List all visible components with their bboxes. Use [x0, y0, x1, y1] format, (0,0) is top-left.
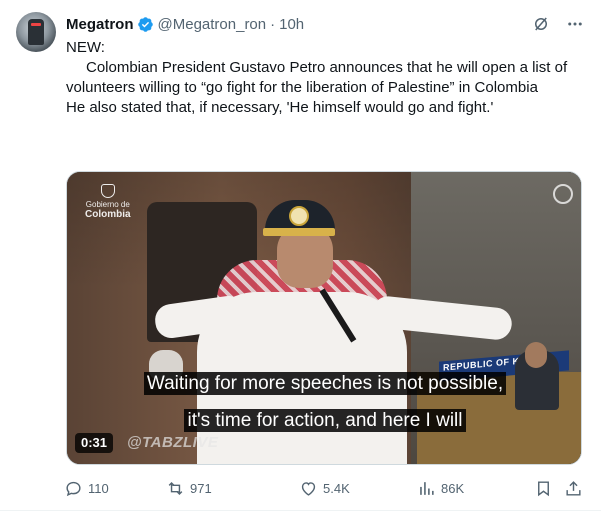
broadcaster-logo-line-1: Gobierno de: [85, 200, 130, 209]
reply-icon: [66, 481, 81, 496]
reply-count: 110: [88, 480, 109, 496]
video-speaker-cap-emblem: [289, 206, 309, 226]
bookmark-icon: [538, 480, 549, 496]
video-duration-badge: 0:31: [75, 433, 114, 453]
post-time[interactable]: 10h: [279, 16, 304, 33]
crest-icon: [100, 184, 115, 198]
tweet-text: NEW: Colombian President Gustavo Petro a…: [66, 38, 590, 118]
tweet-card[interactable]: Megatron @Megatron_ron · 10h NEW: Colomb…: [0, 0, 601, 511]
video-delegate-head: [525, 342, 547, 368]
grok-icon[interactable]: [531, 14, 551, 34]
broadcaster-logo: Gobierno de Colombia: [85, 184, 131, 220]
tweet-text-line-1: NEW:: [66, 39, 105, 56]
repost-icon: [168, 481, 183, 495]
heart-icon: [301, 481, 316, 496]
author-name[interactable]: Megatron: [66, 16, 134, 33]
share-button[interactable]: [564, 476, 583, 500]
video-subtitle-line-1: Waiting for more speeches is not possibl…: [67, 372, 581, 396]
video-player[interactable]: REPUBLIC OF KOREA Gobierno de Colombia W…: [66, 171, 582, 465]
action-bar: 110 971 5.4K 86K: [56, 476, 586, 500]
top-actions: [531, 14, 585, 34]
video-speaker-cap-band: [263, 228, 335, 236]
video-subtitle-line-1-text: Waiting for more speeches is not possibl…: [143, 372, 507, 395]
more-icon[interactable]: [565, 14, 585, 34]
tweet-text-line-3: He also stated that, if necessary, 'He h…: [66, 99, 494, 116]
video-subtitle-line-2-text: it's time for action, and here I will: [184, 409, 466, 432]
share-icon: [566, 480, 581, 496]
avatar[interactable]: [16, 12, 56, 52]
repost-count: 971: [190, 480, 212, 496]
reply-button[interactable]: 110: [64, 476, 109, 500]
verified-badge-icon: [137, 16, 153, 32]
views-chart-icon: [420, 481, 434, 495]
avatar-robot-eye: [31, 23, 41, 26]
un-emblem-icon: [553, 184, 573, 204]
views-button[interactable]: 86K: [417, 476, 464, 500]
like-button[interactable]: 5.4K: [299, 476, 350, 500]
repost-button[interactable]: 971: [166, 476, 212, 500]
header-separator: ·: [270, 15, 276, 33]
like-count: 5.4K: [323, 480, 350, 496]
views-count: 86K: [441, 480, 465, 496]
tweet-text-line-2: Colombian President Gustavo Petro announ…: [66, 59, 568, 96]
video-subtitle-line-2: it's time for action, and here I will: [67, 409, 581, 433]
author-handle[interactable]: @Megatron_ron: [158, 16, 267, 33]
bookmark-button[interactable]: [534, 476, 553, 500]
video-watermark: @TABZLIVE: [127, 434, 219, 451]
broadcaster-logo-line-2: Colombia: [85, 209, 131, 220]
tweet-header: Megatron @Megatron_ron · 10h: [66, 14, 304, 34]
